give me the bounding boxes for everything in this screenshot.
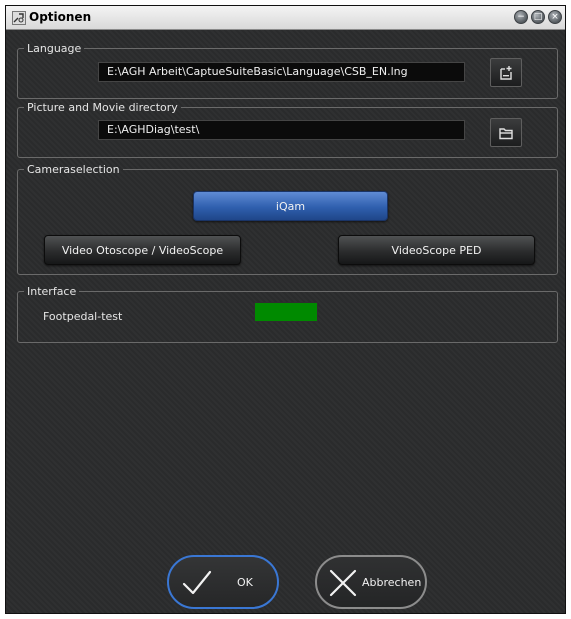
folder-icon	[499, 127, 513, 139]
picture-dir-path-field[interactable]: E:\AGHDiag\test\	[98, 120, 465, 140]
camera-button-otoscope[interactable]: Video Otoscope / VideoScope	[44, 235, 241, 265]
window-title: Optionen	[29, 10, 92, 24]
language-browse-button[interactable]	[490, 58, 522, 87]
camera-button-videoscope-ped[interactable]: VideoScope PED	[338, 235, 535, 265]
camera-button-label: iQam	[275, 199, 306, 213]
picture-dir-legend: Picture and Movie directory	[27, 101, 178, 114]
interface-legend: Interface	[27, 285, 77, 298]
camera-button-iqam[interactable]: iQam	[193, 191, 388, 221]
ok-button[interactable]: OK	[167, 555, 279, 609]
settings-icon	[12, 11, 26, 25]
language-path-field[interactable]: E:\AGH Arbeit\CaptueSuiteBasic\Language\…	[98, 62, 465, 82]
cancel-label: Abbrechen	[362, 576, 422, 589]
title-bar[interactable]: Optionen − □ ×	[6, 6, 565, 30]
checkmark-icon	[182, 570, 212, 595]
close-button[interactable]: ×	[548, 10, 562, 24]
footpedal-status-indicator	[254, 302, 318, 322]
footpedal-label: Footpedal-test	[43, 310, 123, 323]
maximize-button[interactable]: □	[531, 10, 545, 24]
options-dialog: Optionen − □ × Language E:\AGH Arbeit\Ca…	[5, 5, 566, 614]
cancel-button[interactable]: Abbrechen	[315, 555, 427, 609]
maximize-icon: □	[533, 11, 543, 22]
camera-button-label: VideoScope PED	[391, 243, 482, 257]
camera-selection-legend: Cameraselection	[27, 163, 120, 176]
picture-dir-browse-button[interactable]	[490, 118, 522, 147]
minimize-icon: −	[517, 11, 525, 22]
cross-icon	[329, 569, 357, 597]
close-icon: ×	[551, 11, 559, 22]
language-legend: Language	[27, 42, 82, 55]
minimize-button[interactable]: −	[514, 10, 528, 24]
file-add-icon	[500, 65, 512, 80]
ok-label: OK	[237, 576, 253, 589]
camera-button-label: Video Otoscope / VideoScope	[61, 243, 224, 257]
